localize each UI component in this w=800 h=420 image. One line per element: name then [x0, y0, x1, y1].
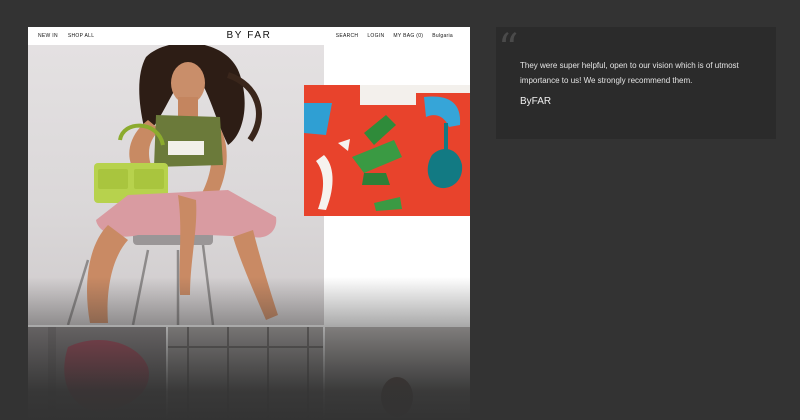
product-sandals-photo[interactable]: [304, 85, 470, 216]
lookbook-tile-portrait[interactable]: [325, 327, 470, 420]
site-navigation: NEW IN SHOP ALL BY FAR SEARCH LOGIN MY B…: [28, 27, 470, 45]
quote-icon: “: [498, 26, 519, 72]
sandals-illustration: [304, 85, 470, 211]
nav-region-selector[interactable]: Bulgaria: [432, 33, 453, 39]
red-bag-illustration: [48, 327, 149, 420]
nav-bag-link[interactable]: MY BAG (0): [393, 33, 423, 39]
nav-search-link[interactable]: SEARCH: [336, 33, 359, 39]
testimonial-author: ByFAR: [520, 96, 552, 107]
nav-login-link[interactable]: LOGIN: [367, 33, 384, 39]
testimonial-quote: They were super helpful, open to our vis…: [520, 61, 739, 85]
empty-product-area: [324, 216, 470, 325]
model-illustration: [66, 45, 278, 325]
testimonial-card: “ They were super helpful, open to our v…: [496, 27, 776, 139]
nav-right-group: SEARCH LOGIN MY BAG (0) Bulgaria: [336, 33, 453, 39]
website-screenshot: NEW IN SHOP ALL BY FAR SEARCH LOGIN MY B…: [28, 27, 470, 420]
balcony-illustration: [168, 327, 323, 420]
portrait-illustration: [381, 377, 413, 417]
hero-model-photo[interactable]: [28, 45, 324, 325]
lookbook-tile-red-bag[interactable]: [28, 327, 166, 420]
lookbook-tile-balcony[interactable]: [168, 327, 323, 420]
